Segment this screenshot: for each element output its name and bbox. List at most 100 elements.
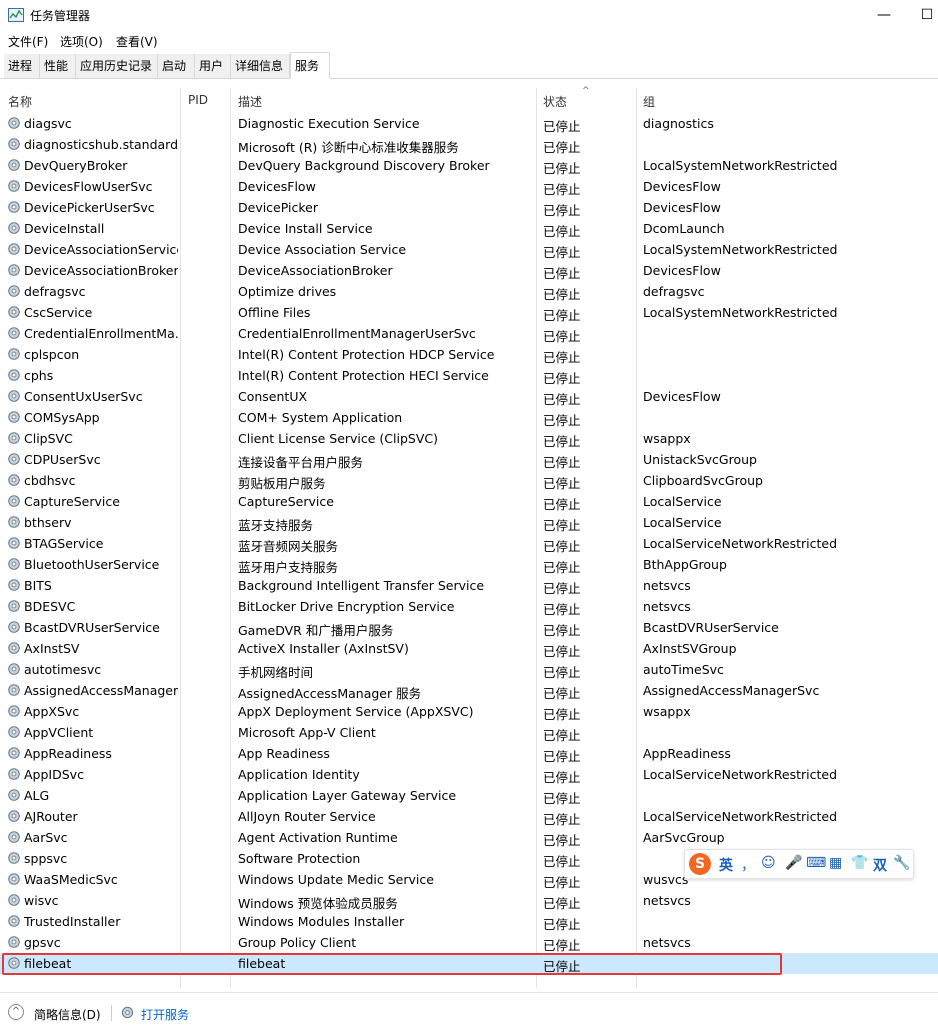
service-description: 蓝牙音频网关服务 [238,539,339,554]
service-row[interactable]: BITS Background Intelligent Transfer Serv… [0,575,938,596]
service-row[interactable]: AxInstSV ActiveX Installer (AxInstSV) 已停止 A… [0,638,938,659]
service-row[interactable]: AppIDSvc Application Identity 已停止 LocalServ… [0,764,938,785]
service-name: autotimesvc [24,662,102,677]
service-group: netsvcs [643,599,691,614]
service-gear-icon [7,515,21,529]
service-gear-icon [7,788,21,802]
service-row[interactable]: BluetoothUserService 蓝牙用户支持服务 已停止 BthAppGro… [0,554,938,575]
service-row[interactable]: DevicesFlowUserSvc DevicesFlow 已停止 DevicesF… [0,176,938,197]
sort-ascending-icon: ^ [582,86,590,96]
service-row[interactable]: BcastDVRUserService GameDVR 和广播用户服务 已停止 Bca… [0,617,938,638]
open-services-link[interactable]: 打开服务 [141,1006,189,1023]
tab-processes[interactable]: 进程 [4,54,40,78]
menu-options[interactable]: 选项(O) [60,33,103,50]
service-row[interactable]: cphs Intel(R) Content Protection HECI Ser… [0,365,938,386]
column-pid[interactable]: PID [188,93,208,107]
service-gear-icon [7,494,21,508]
service-name: DeviceInstall [24,221,105,236]
service-row[interactable]: diagnosticshub.standard... Microsoft (R) … [0,134,938,155]
service-row[interactable]: DevQueryBroker DevQuery Background Discov… [0,155,938,176]
service-description: Application Identity [238,767,360,782]
fewer-details-link[interactable]: 简略信息(D) [34,1006,101,1023]
service-name: BDESVC [24,599,76,614]
service-row[interactable]: AppReadiness App Readiness 已停止 AppReadiness [0,743,938,764]
service-row[interactable]: filebeat filebeat 已停止 [0,953,938,974]
service-description: DevQuery Background Discovery Broker [238,158,490,173]
service-name: CDPUserSvc [24,452,101,467]
service-name: AppIDSvc [24,767,84,782]
tab-app-history[interactable]: 应用历史记录 [76,54,158,78]
service-row[interactable]: AppXSvc AppX Deployment Service (AppXSVC)… [0,701,938,722]
tab-services[interactable]: 服务 [290,52,330,79]
service-group: wsappx [643,704,691,719]
service-group: netsvcs [643,578,691,593]
keyboard-icon[interactable]: ⌨ [806,855,826,871]
sogou-logo-icon[interactable]: S [689,853,711,875]
menu-file[interactable]: 文件(F) [8,33,48,50]
service-row[interactable]: CDPUserSvc 连接设备平台用户服务 已停止 UnistackSvcGroup [0,449,938,470]
service-row[interactable]: BDESVC BitLocker Drive Encryption Service… [0,596,938,617]
column-status[interactable]: 状态 [543,93,567,110]
maximize-button[interactable]: ☐ [916,4,938,26]
tab-startup[interactable]: 启动 [158,54,195,78]
service-row[interactable]: gpsvc Group Policy Client 已停止 netsvcs [0,932,938,953]
microphone-icon[interactable]: 🎤 [785,855,802,871]
service-row[interactable]: wisvc Windows 预览体验成员服务 已停止 netsvcs [0,890,938,911]
menu-view[interactable]: 查看(V) [116,33,158,50]
column-group[interactable]: 组 [643,93,655,110]
punctuation-icon[interactable]: ， [741,855,755,875]
service-gear-icon [7,851,21,865]
column-description[interactable]: 描述 [238,93,262,110]
service-gear-icon [7,746,21,760]
service-group: LocalService [643,515,722,530]
tab-users[interactable]: 用户 [195,54,231,78]
service-row[interactable]: TrustedInstaller Windows Modules Installe… [0,911,938,932]
settings-icon[interactable]: 🔧 [893,855,910,871]
ime-lang-toggle[interactable]: 英 [719,855,733,875]
skin-icon[interactable]: 👕 [851,855,868,871]
chevron-up-icon[interactable]: ^ [8,1004,24,1020]
service-group: BthAppGroup [643,557,727,572]
service-row[interactable]: cplspcon Intel(R) Content Protection HDCP… [0,344,938,365]
service-row[interactable]: DeviceInstall Device Install Service 已停止 Dc… [0,218,938,239]
minimize-button[interactable]: — [873,4,895,26]
service-row[interactable]: BTAGService 蓝牙音频网关服务 已停止 LocalServiceNetwor… [0,533,938,554]
service-group: AarSvcGroup [643,830,725,845]
service-row[interactable]: AssignedAccessManager... AssignedAccessMa… [0,680,938,701]
service-group: LocalServiceNetworkRestricted [643,536,838,551]
service-row[interactable]: ClipSVC Client License Service (ClipSVC) 已… [0,428,938,449]
service-row[interactable]: AppVClient Microsoft App-V Client 已停止 [0,722,938,743]
service-row[interactable]: ConsentUxUserSvc ConsentUX 已停止 DevicesFlow [0,386,938,407]
ime-mode-toggle[interactable]: 双 [873,855,887,875]
service-row[interactable]: DeviceAssociationService Device Associati… [0,239,938,260]
service-row[interactable]: COMSysApp COM+ System Application 已停止 [0,407,938,428]
service-row[interactable]: DevicePickerUserSvc DevicePicker 已停止 Device… [0,197,938,218]
service-name: DevicePickerUserSvc [24,200,155,215]
tab-performance[interactable]: 性能 [40,54,76,78]
service-status: 已停止 [543,728,581,743]
toolbox-icon[interactable]: ▦ [829,855,842,871]
service-row[interactable]: cbdhsvc 剪贴板用户服务 已停止 ClipboardSvcGroup [0,470,938,491]
service-status: 已停止 [543,665,581,680]
service-gear-icon [7,767,21,781]
service-row[interactable]: defragsvc Optimize drives 已停止 defragsvc [0,281,938,302]
emoji-icon[interactable]: ☺ [761,855,776,871]
column-name[interactable]: 名称 [8,93,32,110]
service-name: filebeat [24,956,72,971]
service-row[interactable]: AJRouter AllJoyn Router Service 已停止 LocalSe… [0,806,938,827]
service-row[interactable]: CscService Offline Files 已停止 LocalSystemNet… [0,302,938,323]
service-gear-icon [7,473,21,487]
service-name: AxInstSV [24,641,80,656]
tab-details[interactable]: 详细信息 [231,54,290,78]
service-group: DevicesFlow [643,179,721,194]
service-row[interactable]: ALG Application Layer Gateway Service 已停止 [0,785,938,806]
service-row[interactable]: autotimesvc 手机网络时间 已停止 autoTimeSvc [0,659,938,680]
service-row[interactable]: bthserv 蓝牙支持服务 已停止 LocalService [0,512,938,533]
service-row[interactable]: CredentialEnrollmentMa... CredentialEnrol… [0,323,938,344]
window-title: 任务管理器 [30,9,91,23]
service-row[interactable]: CaptureService CaptureService 已停止 LocalServ… [0,491,938,512]
service-gear-icon [7,263,21,277]
service-row[interactable]: AarSvc Agent Activation Runtime 已停止 AarSvcG… [0,827,938,848]
service-row[interactable]: diagsvc Diagnostic Execution Service 已停止 di… [0,113,938,134]
service-row[interactable]: DeviceAssociationBroker... DeviceAssociat… [0,260,938,281]
